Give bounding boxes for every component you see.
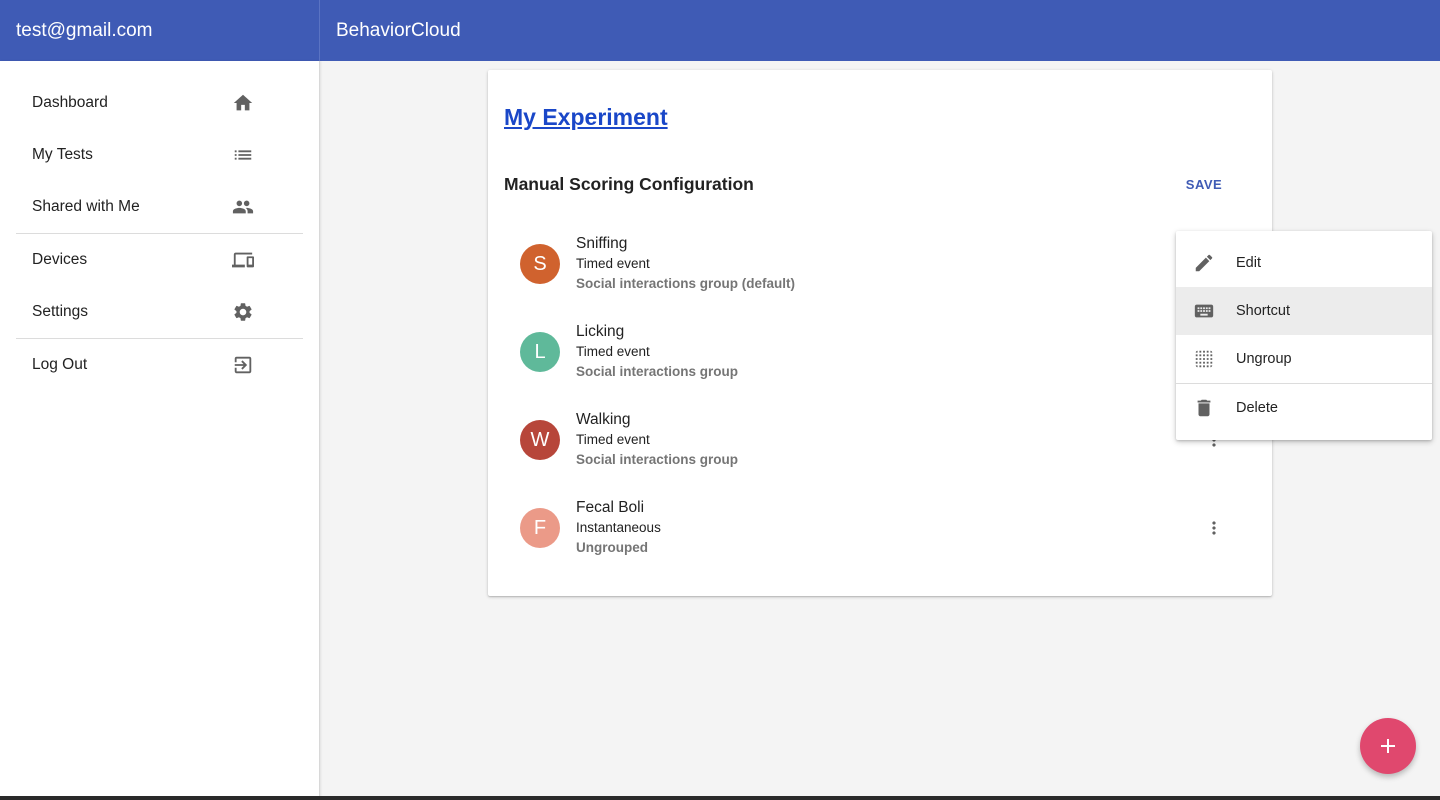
more-options-button[interactable]: [1202, 516, 1226, 540]
logout-icon: [231, 353, 255, 377]
avatar: S: [520, 244, 560, 284]
avatar: W: [520, 420, 560, 460]
menu-item-delete[interactable]: Delete: [1176, 384, 1432, 432]
behavior-type: Timed event: [576, 256, 650, 271]
behavior-text: Licking Timed event Social interactions …: [576, 322, 738, 382]
app-bar: test@gmail.com BehaviorCloud: [0, 0, 1440, 61]
sidebar-item-label: Log Out: [32, 356, 88, 373]
menu-item-shortcut[interactable]: Shortcut: [1176, 287, 1432, 335]
sidebar-item-label: Devices: [32, 251, 88, 268]
sidebar-item-label: Shared with Me: [32, 198, 140, 215]
behavior-group: Social interactions group: [576, 452, 739, 467]
behavior-type: Timed event: [576, 432, 650, 447]
home-icon: [231, 91, 255, 115]
behavior-group: Social interactions group (default): [576, 276, 796, 291]
avatar: L: [520, 332, 560, 372]
list-item[interactable]: W Walking Timed event Social interaction…: [488, 396, 1272, 484]
behavior-name: Fecal Boli: [576, 499, 645, 516]
gear-icon: [231, 300, 255, 324]
plus-icon: [1376, 734, 1400, 758]
list-item[interactable]: L Licking Timed event Social interaction…: [488, 308, 1272, 396]
save-button[interactable]: SAVE: [1170, 172, 1238, 196]
menu-item-ungroup[interactable]: Ungroup: [1176, 335, 1432, 383]
experiment-card: My Experiment Manual Scoring Configurati…: [488, 70, 1272, 596]
menu-item-edit[interactable]: Edit: [1176, 239, 1432, 287]
sidebar-item-label: Settings: [32, 303, 89, 320]
nav-group-main: Dashboard My Tests Shared with Me: [0, 61, 319, 233]
devices-icon: [231, 248, 255, 272]
behavior-text: Sniffing Timed event Social interactions…: [576, 234, 795, 294]
sidebar-item-shared-with-me[interactable]: Shared with Me: [16, 181, 303, 233]
pencil-icon: [1192, 251, 1216, 275]
sidebar-item-my-tests[interactable]: My Tests: [16, 129, 303, 181]
sidebar: Dashboard My Tests Shared with Me Device…: [0, 61, 320, 800]
menu-item-label: Ungroup: [1236, 351, 1292, 367]
nav-group-device: Devices Settings: [0, 234, 319, 338]
sidebar-item-log-out[interactable]: Log Out: [16, 339, 303, 391]
app-title: BehaviorCloud: [336, 19, 461, 41]
section-title: Manual Scoring Configuration: [504, 174, 754, 194]
behavior-type: Timed event: [576, 344, 650, 359]
nav-group-account: Log Out: [0, 339, 319, 391]
people-icon: [231, 195, 255, 219]
behavior-type: Instantaneous: [576, 520, 661, 535]
behavior-name: Walking: [576, 411, 631, 428]
avatar: F: [520, 508, 560, 548]
sidebar-item-dashboard[interactable]: Dashboard: [16, 77, 303, 129]
behavior-text: Fecal Boli Instantaneous Ungrouped: [576, 498, 661, 558]
user-email: test@gmail.com: [0, 0, 320, 61]
sidebar-item-label: Dashboard: [32, 94, 108, 111]
experiment-title-link[interactable]: My Experiment: [504, 104, 668, 131]
ungroup-icon: [1192, 347, 1216, 371]
list-item[interactable]: S Sniffing Timed event Social interactio…: [488, 220, 1272, 308]
behavior-name: Licking: [576, 323, 625, 340]
list-icon: [231, 143, 255, 167]
behavior-name: Sniffing: [576, 235, 628, 252]
keyboard-icon: [1192, 299, 1216, 323]
menu-item-label: Edit: [1236, 255, 1261, 271]
behavior-list: S Sniffing Timed event Social interactio…: [488, 220, 1272, 572]
list-item[interactable]: F Fecal Boli Instantaneous Ungrouped: [488, 484, 1272, 572]
menu-item-label: Delete: [1236, 400, 1278, 416]
sidebar-item-devices[interactable]: Devices: [16, 234, 303, 286]
trash-icon: [1192, 396, 1216, 420]
behavior-group: Ungrouped: [576, 540, 648, 555]
behavior-group: Social interactions group: [576, 364, 739, 379]
behavior-text: Walking Timed event Social interactions …: [576, 410, 738, 470]
sidebar-item-settings[interactable]: Settings: [16, 286, 303, 338]
sidebar-item-label: My Tests: [32, 146, 93, 163]
more-vert-icon: [1204, 518, 1224, 538]
menu-item-label: Shortcut: [1236, 303, 1290, 319]
context-menu: Edit Shortcut Ungroup Delete: [1176, 231, 1432, 440]
bottom-edge: [0, 796, 1440, 800]
add-behavior-button[interactable]: [1360, 718, 1416, 774]
